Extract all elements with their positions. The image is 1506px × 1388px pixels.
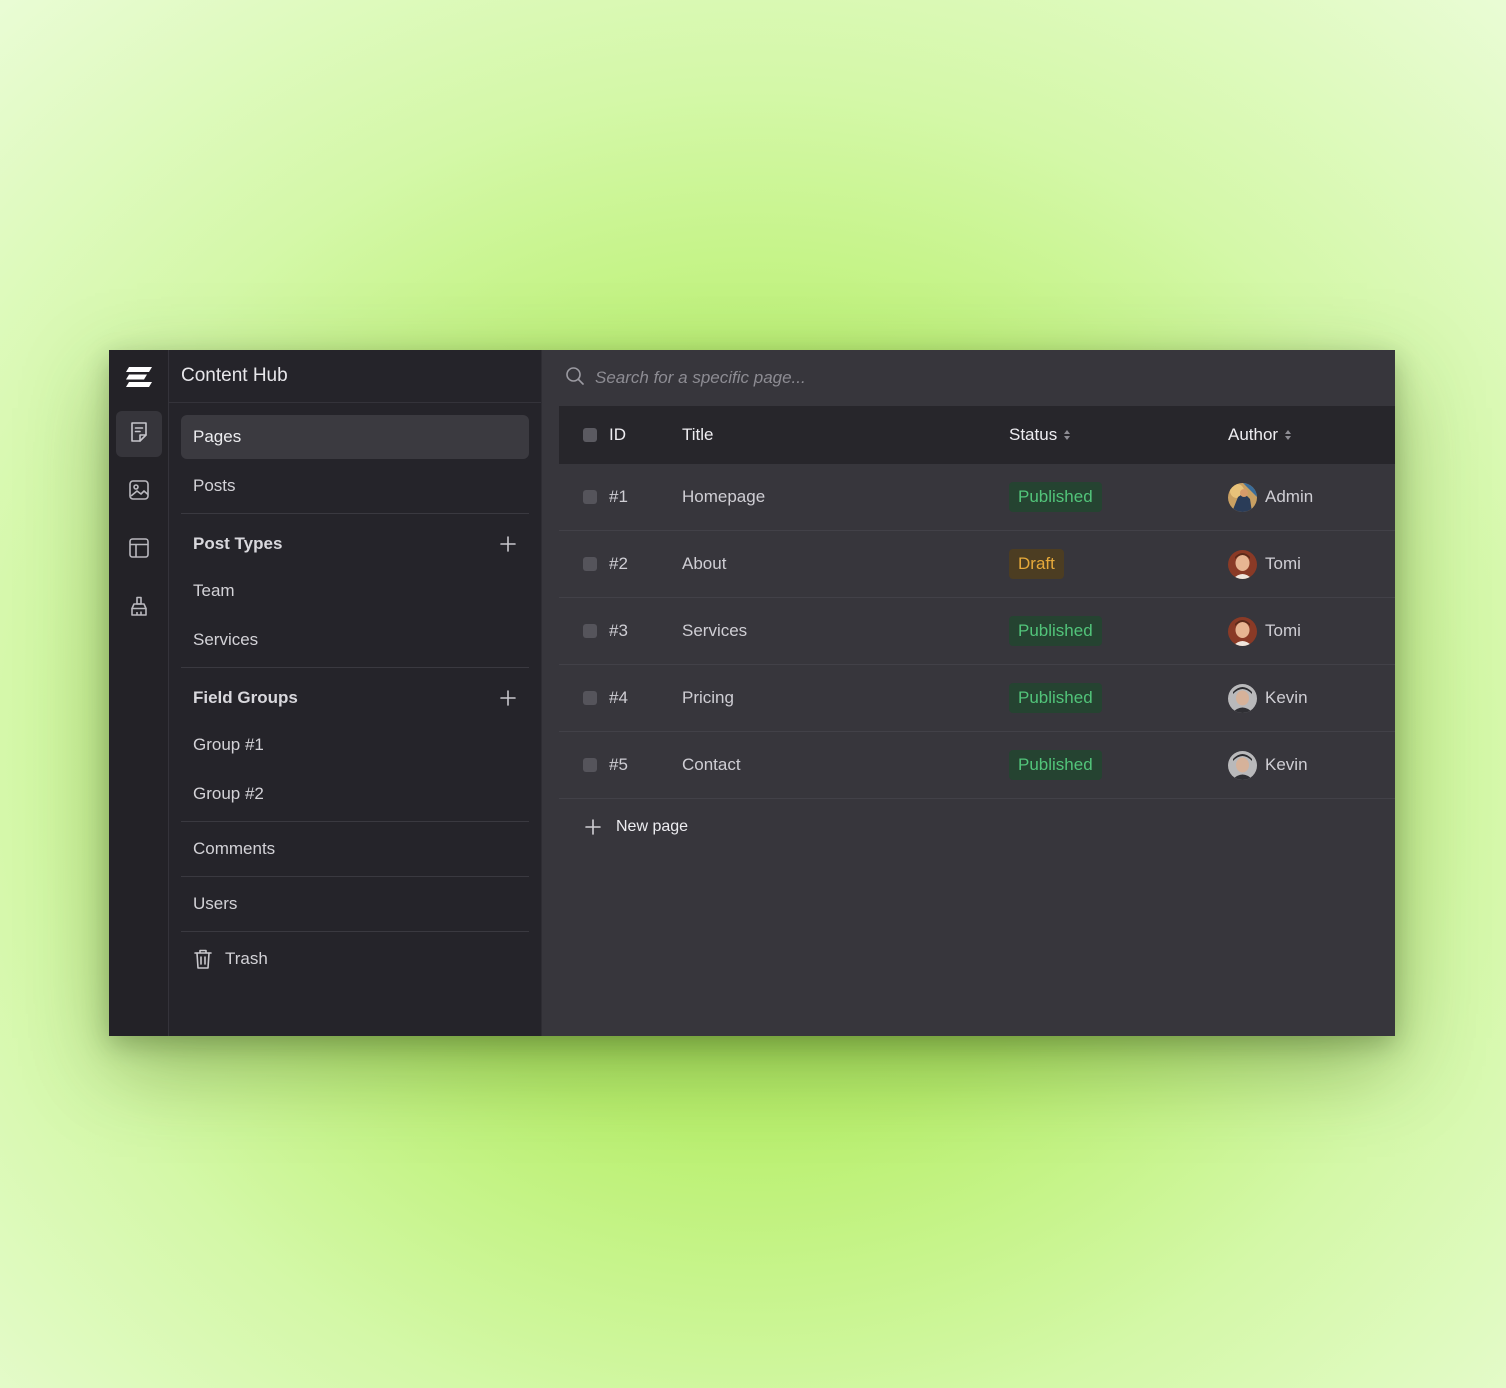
row-id: #4 (609, 688, 628, 707)
row-checkbox[interactable] (583, 624, 597, 638)
app-title: Content Hub (169, 350, 541, 403)
row-title[interactable]: Contact (682, 755, 1009, 775)
sort-icon (1285, 430, 1292, 440)
row-id: #5 (609, 755, 628, 774)
avatar (1228, 683, 1257, 713)
icon-rail (109, 350, 169, 1036)
search-bar (542, 350, 1395, 406)
row-title[interactable]: Homepage (682, 487, 1009, 507)
document-icon (129, 421, 149, 448)
table-row[interactable]: #4 Pricing Published Kevin (559, 665, 1395, 732)
search-icon (565, 366, 585, 391)
nav-group-post-types: Post Types (181, 519, 529, 569)
row-title[interactable]: Pricing (682, 688, 1009, 708)
author-name: Tomi (1265, 554, 1301, 573)
table-row[interactable]: #2 About Draft Tomi (559, 531, 1395, 598)
column-header-label: Author (1228, 425, 1279, 444)
divider (181, 667, 529, 668)
nav-item-pages[interactable]: Pages (181, 415, 529, 459)
avatar (1228, 482, 1257, 512)
status-badge: Published (1009, 683, 1102, 713)
table-row[interactable]: #5 Contact Published Kevin (559, 732, 1395, 799)
search-input[interactable] (595, 368, 1095, 388)
nav-item-group-1[interactable]: Group #1 (181, 723, 529, 767)
row-id: #3 (609, 621, 628, 640)
nav-item-comments[interactable]: Comments (181, 827, 529, 871)
row-id: #1 (609, 487, 628, 506)
image-icon (128, 479, 150, 506)
row-checkbox[interactable] (583, 758, 597, 772)
status-badge: Published (1009, 616, 1102, 646)
trash-icon (193, 948, 213, 970)
sort-icon (1064, 430, 1071, 440)
table-header: ID Title Status Author (559, 406, 1395, 464)
nav-group-field-groups: Field Groups (181, 673, 529, 723)
divider (181, 931, 529, 932)
column-header-author[interactable]: Author (1228, 425, 1395, 445)
rail-media-button[interactable] (116, 469, 162, 515)
row-id: #2 (609, 554, 628, 573)
avatar (1228, 616, 1257, 646)
add-post-type-button[interactable] (499, 535, 517, 553)
column-header-id: ID (609, 425, 626, 444)
table-row[interactable]: #1 Homepage Published Admin (559, 464, 1395, 531)
layout-icon (128, 537, 150, 564)
author-name: Kevin (1265, 755, 1308, 774)
table-row[interactable]: #3 Services Published Tomi (559, 598, 1395, 665)
status-badge: Published (1009, 482, 1102, 512)
plus-icon (500, 690, 516, 706)
nav-item-services[interactable]: Services (181, 618, 529, 662)
status-badge: Draft (1009, 549, 1064, 579)
divider (181, 513, 529, 514)
row-title[interactable]: About (682, 554, 1009, 574)
divider (181, 821, 529, 822)
plus-icon (584, 818, 602, 836)
author-name: Admin (1265, 487, 1314, 506)
nav-item-posts[interactable]: Posts (181, 464, 529, 508)
nav-item-users[interactable]: Users (181, 882, 529, 926)
app-window: Content Hub Pages Posts Post Types Team … (109, 350, 1395, 1036)
row-title[interactable]: Services (682, 621, 1009, 641)
rail-pages-button[interactable] (115, 411, 162, 457)
rail-design-button[interactable] (116, 585, 162, 631)
new-page-button[interactable]: New page (559, 799, 1395, 855)
brush-icon (128, 595, 150, 622)
main-content: ID Title Status Author #1 Homepage Publi… (542, 350, 1395, 1036)
nav-group-label: Post Types (193, 534, 283, 553)
pages-table: ID Title Status Author #1 Homepage Publi… (559, 406, 1395, 855)
avatar (1228, 549, 1257, 579)
divider (181, 876, 529, 877)
rail-layout-button[interactable] (116, 527, 162, 573)
nav-item-group-2[interactable]: Group #2 (181, 772, 529, 816)
column-header-label: Status (1009, 425, 1058, 444)
nav-item-trash[interactable]: Trash (181, 937, 529, 981)
nav-item-label: Trash (225, 949, 268, 968)
avatar (1228, 750, 1257, 780)
logo-icon[interactable] (109, 350, 169, 403)
column-header-title: Title (682, 425, 714, 444)
add-field-group-button[interactable] (499, 689, 517, 707)
row-checkbox[interactable] (583, 557, 597, 571)
nav-group-label: Field Groups (193, 688, 298, 707)
author-name: Kevin (1265, 688, 1308, 707)
nav-item-team[interactable]: Team (181, 569, 529, 613)
plus-icon (500, 536, 516, 552)
navigation-panel: Content Hub Pages Posts Post Types Team … (169, 350, 542, 1036)
new-page-label: New page (616, 818, 689, 835)
status-badge: Published (1009, 750, 1102, 780)
row-checkbox[interactable] (583, 691, 597, 705)
author-name: Tomi (1265, 621, 1301, 640)
select-all-checkbox[interactable] (583, 428, 597, 442)
row-checkbox[interactable] (583, 490, 597, 504)
column-header-status[interactable]: Status (1009, 425, 1228, 445)
